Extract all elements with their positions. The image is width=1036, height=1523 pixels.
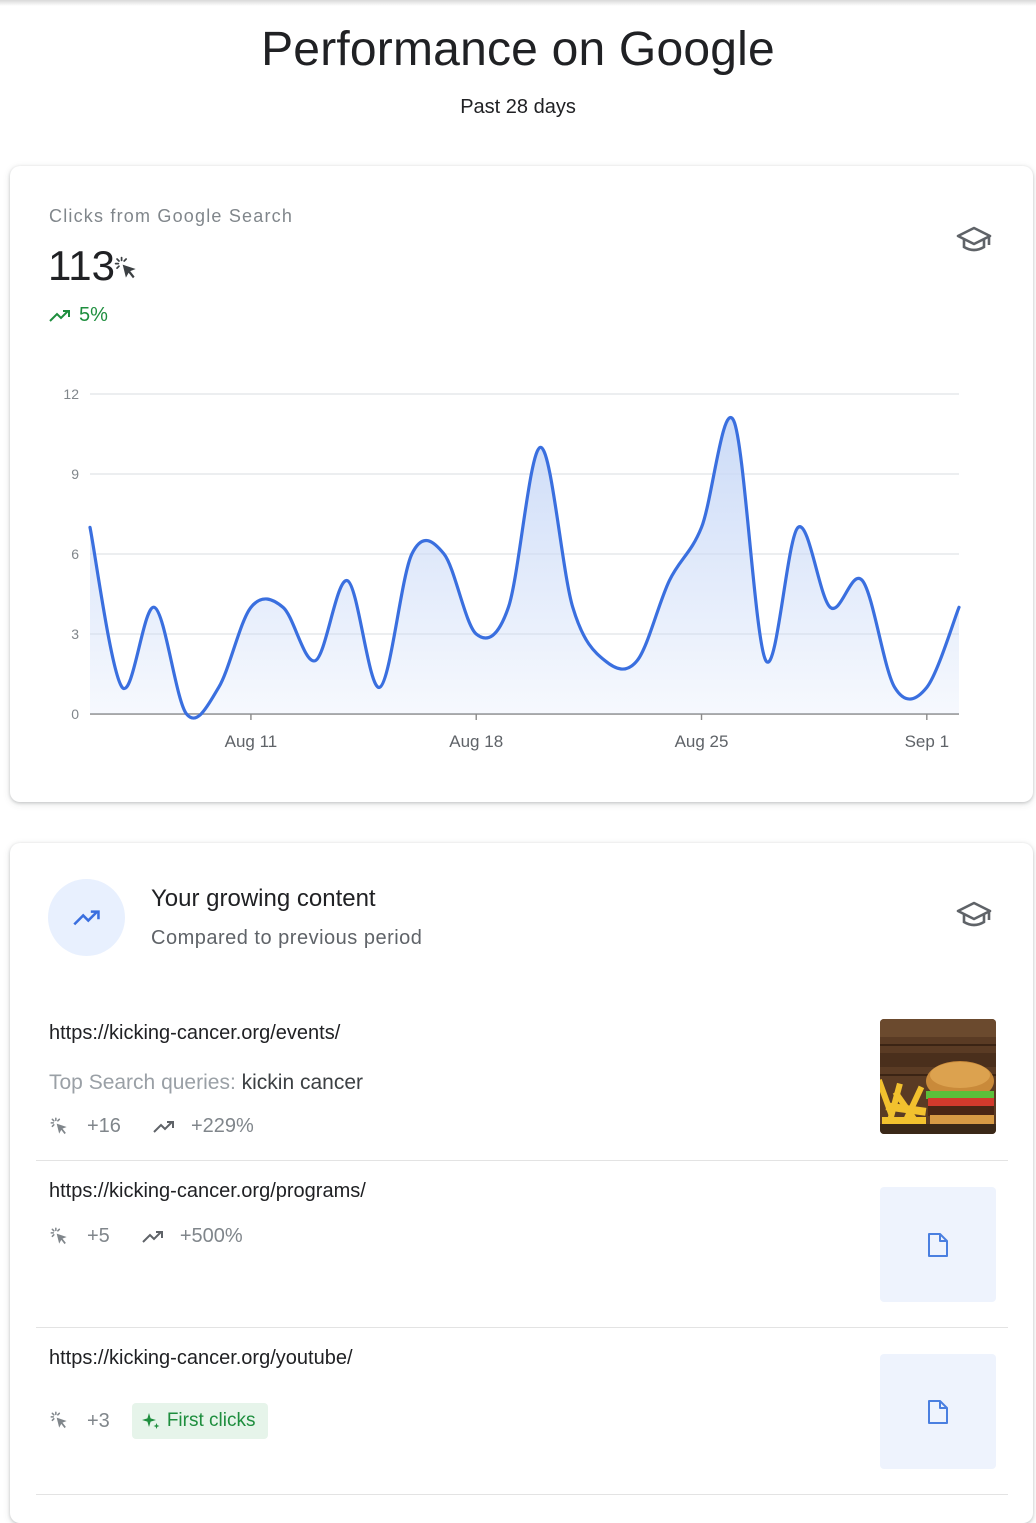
x-tick-label: Aug 25 <box>675 732 729 751</box>
page-subtitle: Past 28 days <box>460 96 576 118</box>
data-point <box>217 685 221 689</box>
data-point <box>860 579 864 583</box>
clicks-card[interactable]: Clicks from Google Search 113 5% 0 3 6 9… <box>10 166 1033 802</box>
click-icon <box>49 1116 71 1138</box>
content-stats: +5 +500% <box>49 1225 275 1248</box>
data-point <box>764 659 768 663</box>
data-point <box>313 659 317 663</box>
content-stats: +3 First clicks <box>49 1403 269 1439</box>
data-point <box>539 445 543 449</box>
click-icon <box>49 1226 71 1248</box>
divider <box>36 1494 1008 1495</box>
document-icon <box>928 1232 948 1257</box>
content-item[interactable]: https://kicking-cancer.org/programs/ +5 … <box>36 1161 1008 1327</box>
data-point <box>925 685 929 689</box>
data-point <box>571 605 575 609</box>
y-tick-label: 12 <box>63 386 79 402</box>
growing-subtitle: Compared to previous period <box>151 927 423 949</box>
click-icon <box>49 1410 71 1432</box>
data-point <box>185 712 189 716</box>
data-point <box>378 685 382 689</box>
document-thumbnail <box>880 1187 996 1302</box>
clicks-delta: +16 <box>87 1115 121 1137</box>
content-url[interactable]: https://kicking-cancer.org/events/ <box>49 1022 340 1045</box>
y-tick-label: 3 <box>71 626 79 642</box>
data-point <box>667 579 671 583</box>
x-tick-label: Aug 11 <box>225 732 278 751</box>
x-tick-label: Sep 1 <box>905 732 949 751</box>
y-tick-label: 9 <box>71 466 79 482</box>
data-point <box>893 685 897 689</box>
top-queries: Top Search queries: kickin cancer <box>49 1071 363 1095</box>
y-tick-label: 6 <box>71 546 79 562</box>
clicks-delta: +5 <box>87 1225 110 1247</box>
burger-photo <box>880 1019 996 1134</box>
trending-up-icon <box>142 1226 164 1248</box>
data-point <box>506 605 510 609</box>
change-percent: +229% <box>190 1115 254 1137</box>
content-stats: +16 +229% <box>49 1115 286 1138</box>
clicks-area <box>90 417 959 719</box>
data-point <box>732 419 736 423</box>
data-point <box>957 605 961 609</box>
clicks-delta: +3 <box>87 1409 110 1432</box>
first-clicks-label: First clicks <box>166 1410 256 1431</box>
page-title: Performance on Google <box>261 23 775 76</box>
content-item[interactable]: https://kicking-cancer.org/youtube/ +3 F… <box>36 1328 1008 1494</box>
data-point <box>410 552 414 556</box>
content-item[interactable]: https://kicking-cancer.org/events/ Top S… <box>36 1003 1008 1160</box>
growing-title: Your growing content <box>151 885 376 912</box>
trending-up-icon <box>153 1116 175 1138</box>
data-point <box>828 605 832 609</box>
growing-content-card: Your growing content Compared to previou… <box>10 843 1033 1523</box>
data-point <box>474 632 478 636</box>
data-point <box>345 579 349 583</box>
data-point <box>635 659 639 663</box>
school-icon[interactable] <box>956 899 992 936</box>
top-query-value: kickin cancer <box>241 1071 364 1094</box>
trending-up-icon <box>72 909 100 925</box>
content-url[interactable]: https://kicking-cancer.org/youtube/ <box>49 1347 353 1370</box>
data-point <box>603 659 607 663</box>
data-point <box>442 552 446 556</box>
content-url[interactable]: https://kicking-cancer.org/programs/ <box>49 1180 366 1203</box>
document-icon <box>928 1399 948 1424</box>
growing-icon-circle <box>48 879 125 956</box>
data-point <box>88 525 92 529</box>
data-point <box>120 685 124 689</box>
data-point <box>796 525 800 529</box>
data-point <box>700 525 704 529</box>
top-shadow <box>0 0 1036 6</box>
clicks-chart: 0 3 6 9 12 Aug 11 Aug 18 Aug 25 Sep 1 <box>63 386 961 751</box>
first-clicks-badge: First clicks <box>131 1403 269 1439</box>
document-thumbnail <box>880 1354 996 1469</box>
change-percent: +500% <box>179 1225 243 1247</box>
y-tick-label: 0 <box>71 706 79 722</box>
top-queries-label: Top Search queries: <box>49 1071 236 1094</box>
data-point <box>249 605 253 609</box>
data-point <box>152 605 156 609</box>
x-tick-label: Aug 18 <box>449 732 503 751</box>
data-point <box>281 605 285 609</box>
sparkle-icon <box>141 1413 160 1429</box>
